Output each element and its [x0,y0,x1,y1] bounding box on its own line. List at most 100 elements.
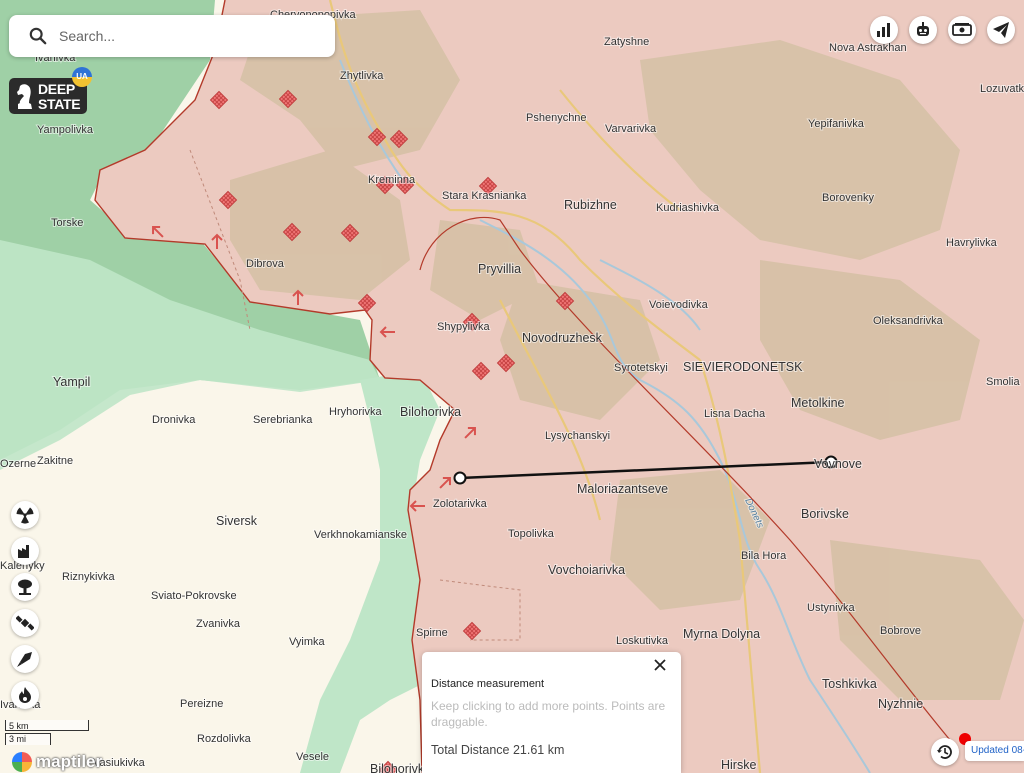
place-label: Borovenky [822,192,874,204]
maptiler-logo-icon [12,752,32,772]
place-label: Havrylivka [946,237,998,249]
logo-line1: DEEP [38,81,75,97]
place-label: Varvarivka [605,123,657,135]
maptiler-text: maptiler [36,752,103,771]
scale-metric-label: 5 km [9,721,29,731]
place-label: Vyimka [289,636,326,648]
place-label: Bobrove [880,625,921,637]
place-label: Borivske [801,507,849,521]
place-label: Ustynivka [807,602,856,614]
place-label: Loskutivka [616,635,669,647]
place-label: Rubizhne [564,198,617,212]
rocket-layer-button[interactable] [11,645,39,673]
place-label: Kreminna [368,174,416,186]
place-label: Dibrova [246,258,285,270]
satellite-icon [16,615,34,631]
place-label: Syrotetskyi [614,362,668,374]
place-label: Nyzhnie [878,697,923,711]
place-label: Yampil [53,375,90,389]
close-icon[interactable] [652,657,668,673]
place-label: Nova Astrakhan [829,42,907,54]
place-label: Siversk [216,514,258,528]
radiation-layer-button[interactable] [11,501,39,529]
place-label: Smolia [986,376,1021,388]
radiation-icon [16,507,34,524]
place-label: Zhytlivka [340,70,384,82]
place-label: Hryhorivka [329,406,382,418]
map-scale: 5 km 3 mi [5,720,90,746]
place-label: SIEVIERODONETSK [683,360,803,374]
place-label: Bila Hora [741,550,787,562]
scale-imperial-label: 3 mi [9,734,27,744]
place-label: Pshenychne [526,112,587,124]
distance-panel-hint: Keep clicking to add more points. Points… [431,699,666,729]
place-label: Zolotarivka [433,498,488,510]
place-label: Verkhnokamianske [314,529,407,541]
updated-link[interactable]: Updated 08-2 [965,741,1024,761]
place-label: Sviato-Pokrovske [151,590,237,602]
maptiler-attribution[interactable]: maptiler [12,752,102,772]
donate-button[interactable] [948,16,976,44]
ua-badge: UA [72,67,92,87]
statistics-button[interactable] [870,16,898,44]
place-label: Vovnove [814,457,862,471]
explosion-icon [18,579,32,595]
money-icon [952,23,972,36]
bot-button[interactable] [909,16,937,44]
place-label: Rozdolivka [197,733,252,745]
place-label: Oleksandrivka [873,315,944,327]
place-label: Zakitne [37,455,73,467]
factory-icon [18,545,29,558]
robot-icon [917,22,929,36]
total-distance: Total Distance 21.61 km [431,743,565,757]
factory-layer-button[interactable] [11,537,39,565]
place-label: Ozerne [0,458,36,470]
place-label: Riznykivka [62,571,115,583]
distance-measurement-panel: Distance measurement Keep clicking to ad… [422,652,681,773]
place-label: Myrna Dolyna [683,627,760,641]
place-label: Torske [51,217,83,229]
place-label: Zvanivka [196,618,241,630]
fire-icon [19,687,31,703]
place-label: Zatyshne [604,36,649,48]
search-icon [29,27,47,45]
place-label: Maloriazantseve [577,482,668,496]
place-label: Toshkivka [822,677,877,691]
logo-line2: STATE [38,96,81,112]
place-label: Dronivka [152,414,196,426]
place-label: Voievodivka [649,299,709,311]
place-label: Spirne [416,627,448,639]
satellite-layer-button[interactable] [11,609,39,637]
place-label: Lisna Dacha [704,408,766,420]
place-label: Topolivka [508,528,555,540]
measure-start-point[interactable] [453,471,467,485]
distance-panel-title: Distance measurement [431,678,545,690]
place-label: Metolkine [791,396,845,410]
chess-knight-icon [17,84,32,109]
place-label: Serebrianka [253,414,313,426]
place-label: Pryvillia [478,262,521,276]
search-input[interactable] [57,27,321,45]
place-label: Yepifanivka [808,118,865,130]
search-bar[interactable] [9,15,335,57]
telegram-icon [993,22,1009,38]
explosion-layer-button[interactable] [11,573,39,601]
place-label: Kudriashivka [656,202,720,214]
place-label: Lysychanskyi [545,430,610,442]
place-label: Lozuvatk [980,83,1024,95]
history-button[interactable] [931,738,959,766]
history-icon [937,745,952,759]
place-label: Shypylivka [437,321,490,333]
telegram-button[interactable] [987,16,1015,44]
place-label: Yampolivka [37,124,94,136]
fire-layer-button[interactable] [11,681,39,709]
bar-chart-icon [877,23,890,37]
place-label: Bilohorivka [400,405,461,419]
place-label: Stara Krasnianka [442,190,527,202]
place-label: Pereizne [180,698,223,710]
place-label: Hirske [721,758,756,772]
place-label: Vovchoiarivka [548,563,625,577]
rocket-icon [17,652,32,667]
place-label: Novodruzhesk [522,331,603,345]
place-label: Vesele [296,751,329,763]
